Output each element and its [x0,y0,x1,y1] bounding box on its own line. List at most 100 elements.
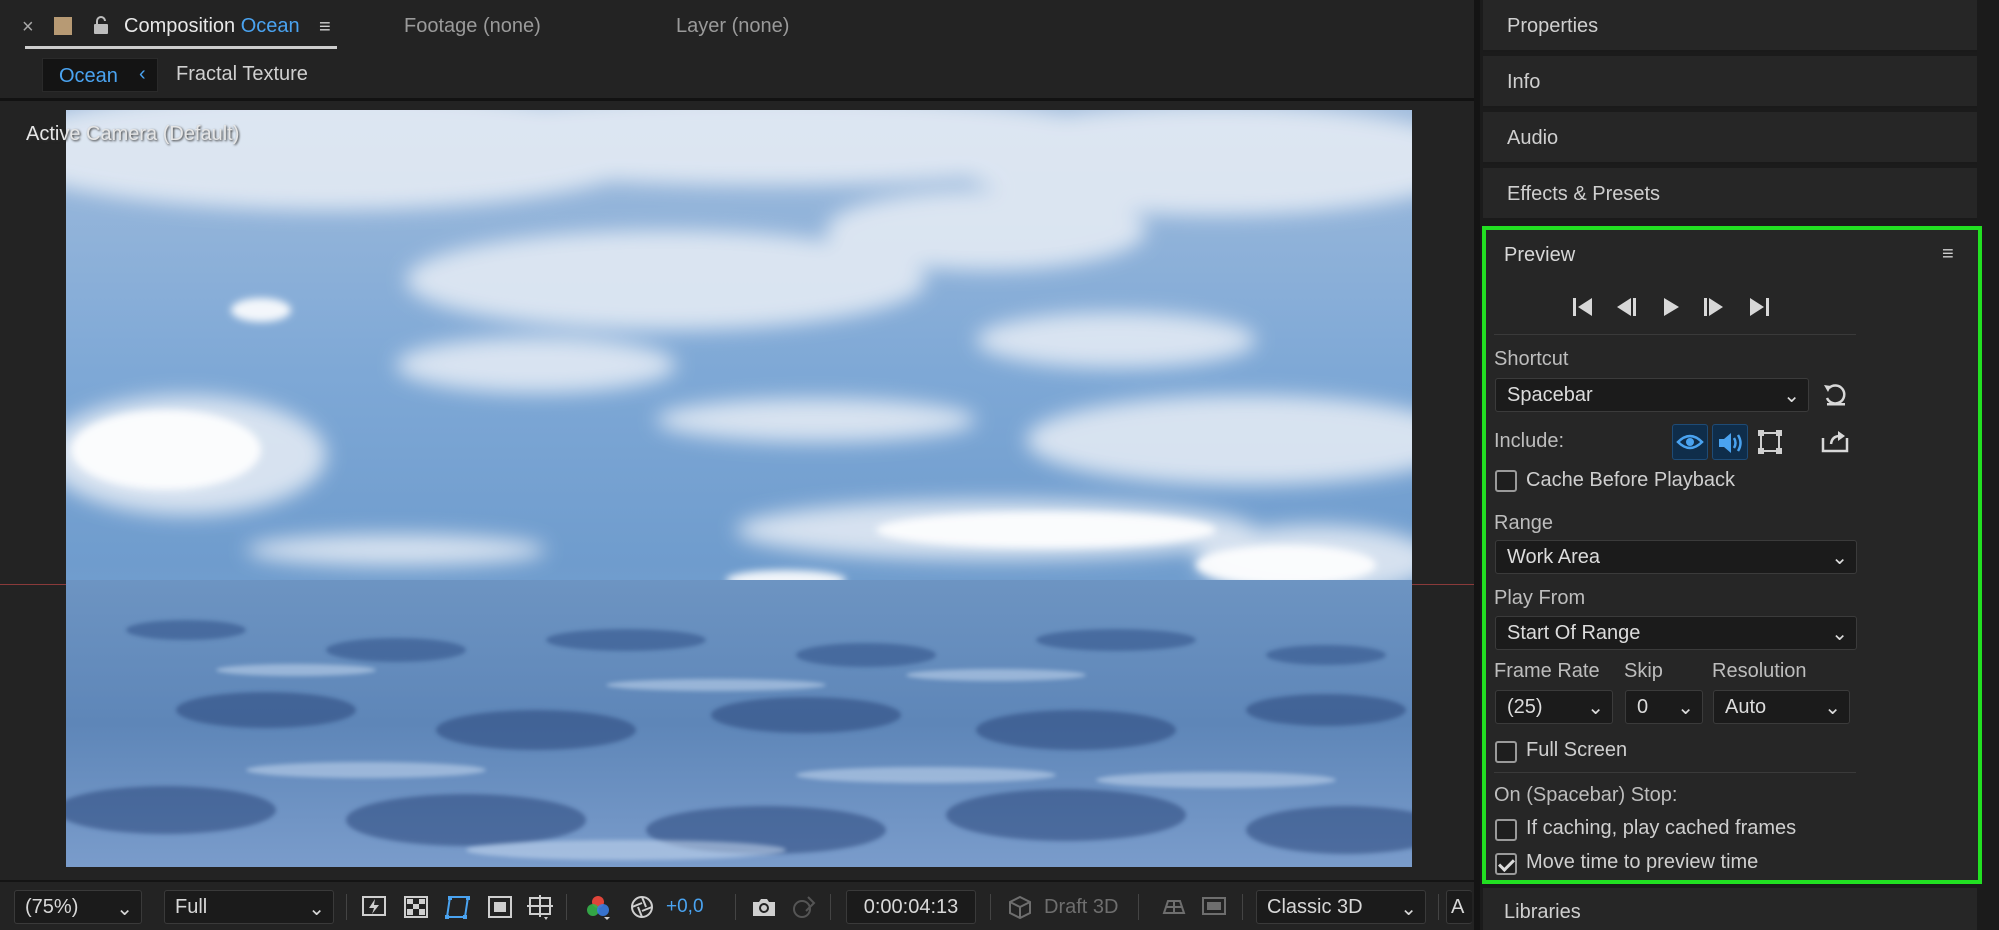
divider [830,894,831,920]
composition-panel: × Composition Ocean ≡ Footage (none) Lay… [0,0,1474,930]
lock-icon[interactable] [92,15,110,35]
panel-title: Properties [1507,15,1599,37]
current-time-display[interactable]: 0:00:04:13 [846,890,976,924]
play-from-select[interactable]: Start Of Range ⌄ [1495,616,1857,650]
frame-rate-select[interactable]: (25) ⌄ [1495,690,1613,724]
if-caching-checkbox[interactable] [1495,819,1517,841]
tab-layer[interactable]: Layer (none) [676,15,789,38]
full-screen-label: Full Screen [1526,739,1628,761]
last-frame-icon[interactable] [1746,296,1772,318]
divider [566,894,567,920]
frame-rate-value: (25) [1507,696,1543,718]
range-select[interactable]: Work Area ⌄ [1495,540,1857,574]
chevron-down-icon: ⌄ [308,898,325,920]
composition-color-swatch[interactable] [54,17,72,35]
previous-frame-icon[interactable] [1614,296,1640,318]
chevron-down-icon: ⌄ [1400,898,1417,920]
guide-line-left [0,584,66,585]
divider [990,894,991,920]
panel-menu-icon[interactable]: ≡ [1942,243,1954,266]
show-snapshot-icon[interactable] [790,893,818,921]
magnification-select[interactable]: (75%) ⌄ [14,890,142,924]
panel-header-audio[interactable]: Audio [1483,112,1977,164]
range-value: Work Area [1507,546,1600,568]
include-overlays-toggle[interactable] [1752,424,1788,460]
composition-tab-title[interactable]: Composition Ocean [124,15,300,38]
resolution-select[interactable]: Auto ⌄ [1713,690,1850,724]
play-from-value: Start Of Range [1507,622,1641,644]
composition-viewer[interactable]: Active Camera (Default) [0,101,1474,879]
panel-title: Info [1507,71,1541,93]
divider [346,894,347,920]
move-time-label: Move time to preview time [1526,851,1759,873]
panel-menu-icon[interactable]: ≡ [319,16,331,39]
export-icon[interactable] [1820,428,1850,454]
draft-3d-icon[interactable] [1006,893,1034,921]
composition-tab-name: Ocean [240,15,300,37]
chevron-down-icon: ⌄ [1831,623,1848,645]
panel-title: Audio [1507,127,1559,149]
reset-icon[interactable] [1821,382,1849,408]
exposure-value[interactable]: +0,0 [666,896,704,918]
tab-footage[interactable]: Footage (none) [404,15,541,38]
divider [1494,772,1856,773]
reset-exposure-icon[interactable] [628,893,656,921]
panel-header-properties[interactable]: Properties [1483,0,1977,52]
include-video-toggle[interactable] [1672,424,1708,460]
include-audio-toggle[interactable] [1712,424,1748,460]
resolution-value: Full [175,896,208,918]
breadcrumb-item-fractal-texture[interactable]: Fractal Texture [176,63,308,86]
close-tab-icon[interactable]: × [22,16,34,39]
full-screen-checkbox[interactable] [1495,741,1517,763]
composition-toolbar: (75%) ⌄ Full ⌄ +0,0 0:00:04:13 Draft 3D … [0,880,1474,930]
fast-previews-icon[interactable] [360,893,388,921]
overlays-icon [1758,430,1782,454]
first-frame-icon[interactable] [1570,296,1596,318]
chevron-down-icon: ⌄ [1677,697,1694,719]
cache-before-playback-checkbox[interactable] [1495,470,1517,492]
breadcrumb-label: Ocean [59,65,118,87]
view-select[interactable]: A [1446,890,1472,924]
shortcut-select[interactable]: Spacebar ⌄ [1495,378,1809,412]
on-stop-label: On (Spacebar) Stop: [1494,784,1678,806]
camera-snapshot-icon[interactable] [750,893,778,921]
composition-breadcrumb: Ocean ‹ Fractal Texture [0,56,1474,100]
renderer-select[interactable]: Classic 3D ⌄ [1256,890,1426,924]
chevron-down-icon: ⌄ [1783,385,1800,407]
skip-value: 0 [1637,696,1649,718]
magnification-value: (75%) [25,896,79,918]
mask-visibility-icon[interactable] [444,893,472,921]
composition-tab-bar: × Composition Ocean ≡ Footage (none) Lay… [0,0,1474,56]
divider [1494,334,1856,335]
move-time-checkbox[interactable] [1495,853,1517,875]
panel-title: Effects & Presets [1507,183,1661,205]
panel-header-effects-presets[interactable]: Effects & Presets [1483,168,1977,220]
play-icon[interactable] [1660,296,1682,318]
view-select-value: A [1451,896,1465,918]
draft-3d-label[interactable]: Draft 3D [1044,896,1118,919]
next-frame-icon[interactable] [1700,296,1726,318]
guide-line-right [1412,584,1474,585]
channel-color-icon[interactable] [584,893,612,921]
transparency-grid-icon[interactable] [402,893,430,921]
chevron-down-icon: ⌄ [1831,547,1848,569]
grid-guides-icon[interactable] [526,893,554,921]
resolution-select[interactable]: Full ⌄ [164,890,334,924]
divider [1138,894,1139,920]
panel-header-info[interactable]: Info [1483,56,1977,108]
region-of-interest-icon[interactable] [486,893,514,921]
ground-plane-icon[interactable] [1160,893,1188,921]
chevron-down-icon: ⌄ [1587,697,1604,719]
chevron-left-icon: ‹ [139,63,146,85]
chevron-down-icon: ⌄ [116,898,133,920]
composition-tab-prefix: Composition [124,15,236,37]
extended-viewer-icon[interactable] [1200,893,1228,921]
chevron-down-icon: ⌄ [1824,697,1841,719]
shortcut-label: Shortcut [1494,348,1569,370]
renderer-value: Classic 3D [1267,896,1363,918]
panel-header-libraries[interactable]: Libraries [1483,888,1977,930]
if-caching-label: If caching, play cached frames [1526,817,1797,839]
skip-select[interactable]: 0 ⌄ [1625,690,1703,724]
divider [1242,894,1243,920]
breadcrumb-item-ocean[interactable]: Ocean ‹ [42,58,158,92]
